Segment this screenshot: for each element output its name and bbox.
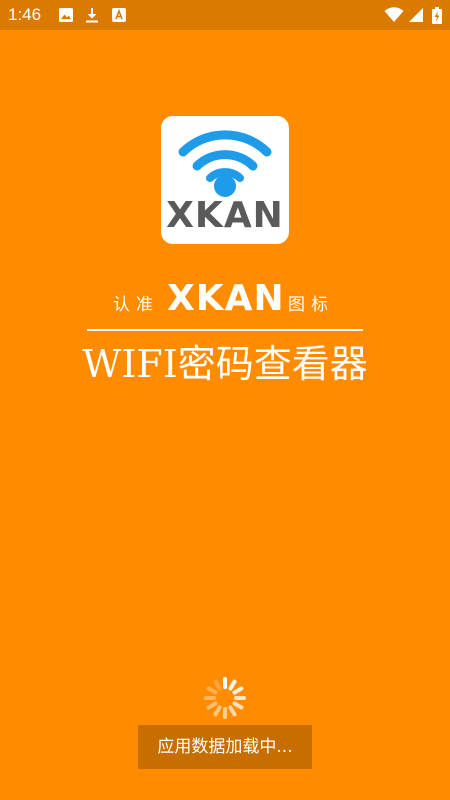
app-logo: XKAN <box>161 116 289 244</box>
app-title: WIFI密码查看器 <box>82 342 368 386</box>
tagline-brand: XKAN <box>167 278 285 319</box>
status-bar: 1:46 <box>0 0 450 30</box>
image-icon <box>58 7 74 23</box>
status-time: 1:46 <box>8 5 42 24</box>
splash-screen: 1:46 XKAN 认准 XKAN 图标 WIFI密码查看器 应用数据加载中..… <box>0 0 450 800</box>
app-notification-icon <box>111 7 127 23</box>
loading-label: 应用数据加载中... <box>138 725 312 769</box>
tagline: 认准 XKAN 图标 <box>0 276 450 320</box>
wifi-icon <box>384 7 404 23</box>
signal-icon <box>408 7 424 23</box>
download-icon <box>84 7 100 23</box>
tagline-suffix: 图标 <box>288 295 334 315</box>
logo-text: XKAN <box>166 195 284 236</box>
battery-charging-icon <box>432 7 442 24</box>
loading-spinner <box>201 674 249 722</box>
divider <box>87 329 363 331</box>
wifi-icon <box>175 122 275 202</box>
tagline-prefix: 认准 <box>113 295 159 315</box>
